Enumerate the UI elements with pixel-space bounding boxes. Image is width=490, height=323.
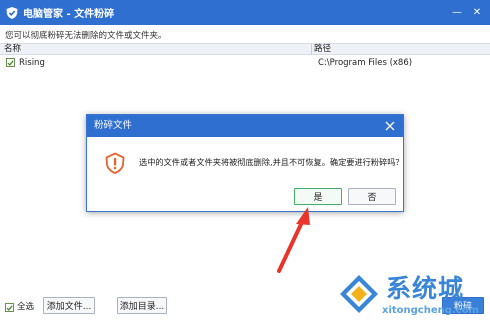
row-path: C:\Program Files (x86) (318, 58, 413, 68)
dialog-message: 选中的文件或者文件夹将被彻底删除,并且不可恢复。确定要进行粉碎吗？ (139, 157, 404, 167)
table-header: 名称 路径 (0, 43, 490, 55)
dialog-title: 粉碎文件 (94, 120, 133, 131)
watermark-logo-icon (340, 275, 378, 313)
add-file-button[interactable]: 添加文件... (43, 297, 95, 314)
watermark: 系统城 xitongcheng.com (338, 267, 490, 323)
page-subtitle: 您可以彻底粉碎无法删除的文件或文件夹。 (5, 31, 167, 41)
table-row[interactable]: Rising C:\Program Files (x86) (0, 57, 490, 69)
column-header-name[interactable]: 名称 (4, 44, 21, 55)
yes-button[interactable]: 是 (294, 188, 342, 205)
warning-icon (105, 152, 125, 174)
watermark-url: xitongcheng.com (382, 305, 479, 316)
minimize-button[interactable]: — (447, 0, 467, 25)
dialog-title-bar: 粉碎文件 (87, 115, 403, 137)
row-name: Rising (19, 58, 45, 68)
window-title: 电脑管家 - 文件粉碎 (23, 9, 115, 20)
column-divider[interactable] (311, 44, 312, 55)
title-bar: 电脑管家 - 文件粉碎 — ✕ (0, 0, 490, 25)
select-all-label[interactable]: 全选 (17, 301, 34, 314)
shield-icon (6, 6, 18, 19)
no-button[interactable]: 否 (348, 188, 396, 205)
select-all-checkbox[interactable] (5, 303, 14, 312)
row-checkbox[interactable] (6, 58, 15, 67)
close-button[interactable]: ✕ (467, 0, 487, 25)
checkmark-icon (6, 304, 13, 311)
watermark-brand: 系统城 (386, 274, 465, 303)
confirm-dialog: 粉碎文件 选中的文件或者文件夹将被彻底删除,并且不可恢复。确定要进行粉碎吗？ 是… (86, 114, 404, 212)
close-icon[interactable] (383, 119, 397, 133)
checkmark-icon (7, 59, 14, 66)
column-header-path[interactable]: 路径 (314, 44, 331, 55)
add-directory-button[interactable]: 添加目录... (117, 297, 167, 314)
